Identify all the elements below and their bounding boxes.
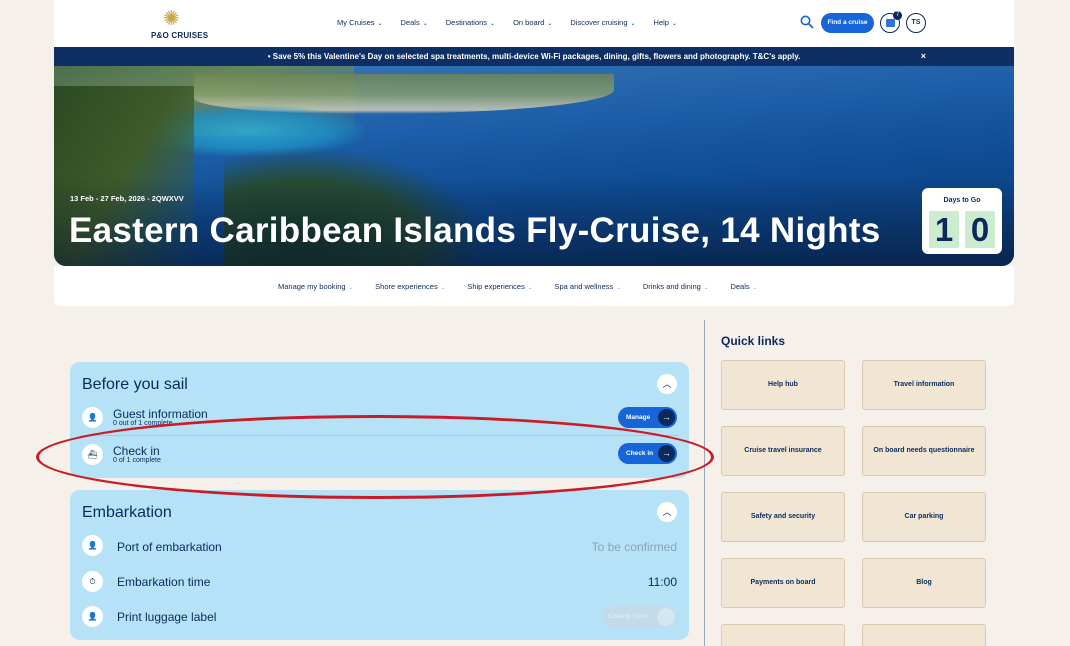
print-luggage-label: Print luggage label [117, 610, 217, 624]
chevron-down-icon: ⌄ [616, 285, 621, 291]
site-header: ✺ P&O CRUISES My Cruises ⌄ Deals ⌄ Destina… [54, 0, 1014, 47]
embarkation-card: Embarkation ︿ 👤 Port of embarkation To b… [70, 490, 689, 640]
nav-discover-cruising[interactable]: Discover cruising ⌄ [570, 18, 635, 27]
basket-button[interactable]: 7 [880, 11, 902, 33]
cruise-title: Eastern Caribbean Islands Fly-Cruise, 14… [69, 211, 881, 250]
promo-banner: • Save 5% this Valentine's Day on select… [54, 47, 1014, 66]
booking-subnav: Manage my booking ⌄ Shore experiences ⌄ Sh… [54, 266, 1014, 306]
quick-link-cruise-travel-insurance[interactable]: Cruise travel insurance [721, 426, 845, 476]
nav-help[interactable]: Help ⌄ [654, 18, 677, 27]
promo-text: • Save 5% this Valentine's Day on select… [267, 52, 801, 61]
embarkation-time-label: Embarkation time [117, 575, 211, 589]
embarkation-time-value: 11:00 [647, 575, 677, 589]
nav-deals[interactable]: Deals ⌄ [401, 18, 428, 27]
guest-information-progress: 0 out of 1 complete [113, 420, 173, 427]
quick-link-blog[interactable]: Blog [862, 558, 986, 608]
logo-text: P&O CRUISES [151, 31, 209, 40]
before-you-sail-card: Before you sail ︿ 👤 Guest information 0 … [70, 362, 689, 478]
subnav-spa-wellness[interactable]: Spa and wellness ⌄ [554, 282, 620, 291]
quick-link-tile[interactable] [862, 624, 986, 646]
countdown-digit: 0 [965, 211, 995, 248]
hero-banner: 13 Feb - 27 Feb, 2026 - 2QWXVV Eastern C… [54, 66, 1014, 266]
port-icon: 👤 [82, 535, 103, 556]
clock-icon: ⏱ [82, 571, 103, 592]
chevron-down-icon: ⌄ [752, 285, 758, 291]
find-cruise-button[interactable]: Find a cruise [821, 13, 874, 33]
user-avatar[interactable]: TS [906, 13, 926, 33]
search-icon[interactable] [800, 15, 814, 29]
check-in-button[interactable]: Check in → [618, 443, 677, 464]
quick-link-safety-security[interactable]: Safety and security [721, 492, 845, 542]
main-nav: My Cruises ⌄ Deals ⌄ Destinations ⌄ On boar… [337, 18, 695, 27]
chevron-down-icon: ⌄ [527, 285, 533, 291]
card-title: Before you sail [82, 376, 188, 393]
chevron-down-icon: ⌄ [671, 21, 677, 27]
nav-my-cruises[interactable]: My Cruises ⌄ [337, 18, 383, 27]
chevron-down-icon: ⌄ [703, 285, 709, 291]
luggage-icon: 👤 [82, 606, 103, 627]
port-of-embarkation-value: To be confirmed [591, 540, 677, 554]
arrow-right-icon: → [658, 409, 675, 426]
cruise-dates: 13 Feb - 27 Feb, 2026 - 2QWXVV [70, 194, 184, 203]
guest-information-title: Guest information [113, 407, 208, 421]
quick-link-car-parking[interactable]: Car parking [862, 492, 986, 542]
arrow-right-icon: → [658, 445, 675, 462]
po-cruises-logo[interactable]: ✺ P&O CRUISES [151, 6, 209, 42]
subnav-drinks-dining[interactable]: Drinks and dining ⌄ [643, 282, 709, 291]
subnav-ship-experiences[interactable]: Ship experiences ⌄ [467, 282, 532, 291]
chevron-down-icon: ⌄ [377, 21, 383, 27]
check-in-progress: 0 of 1 complete [113, 457, 161, 464]
sunburst-logo-icon: ✺ [163, 6, 180, 30]
arrow-right-icon [657, 608, 675, 626]
chevron-down-icon: ⌄ [422, 21, 428, 27]
quick-link-tile[interactable] [721, 624, 845, 646]
nav-on-board[interactable]: On board ⌄ [513, 18, 552, 27]
quick-links-title: Quick links [721, 334, 786, 348]
button-label: Check in [626, 450, 654, 457]
button-label: Coming Soon [608, 613, 648, 620]
days-to-go-counter: Days to Go 1 0 [922, 188, 1002, 254]
guest-icon: 👤 [82, 407, 103, 428]
check-in-title: Check in [113, 444, 160, 458]
card-title: Embarkation [82, 504, 172, 521]
quick-link-on-board-needs[interactable]: On board needs questionnaire [862, 426, 986, 476]
chevron-down-icon: ⌄ [490, 21, 496, 27]
chevron-up-icon[interactable]: ︿ [657, 374, 677, 394]
chevron-down-icon: ⌄ [348, 285, 354, 291]
countdown-digit: 1 [929, 211, 959, 248]
close-icon[interactable]: × [921, 47, 926, 66]
column-divider [704, 320, 705, 646]
nav-destinations[interactable]: Destinations ⌄ [446, 18, 495, 27]
quick-link-help-hub[interactable]: Help hub [721, 360, 845, 410]
row-divider [80, 435, 679, 436]
chevron-down-icon: ⌄ [440, 285, 446, 291]
quick-link-payments-on-board[interactable]: Payments on board [721, 558, 845, 608]
chevron-down-icon: ⌄ [547, 21, 553, 27]
port-of-embarkation-label: Port of embarkation [117, 540, 222, 554]
basket-count-badge: 7 [893, 11, 902, 20]
subnav-shore-experiences[interactable]: Shore experiences ⌄ [375, 282, 445, 291]
button-label: Manage [626, 414, 651, 421]
subnav-deals[interactable]: Deals ⌄ [730, 282, 757, 291]
basket-icon [886, 19, 895, 27]
chevron-up-icon[interactable]: ︿ [657, 502, 677, 522]
subnav-manage-booking[interactable]: Manage my booking ⌄ [278, 282, 353, 291]
ship-icon: ⛴ [82, 444, 103, 465]
quick-link-travel-information[interactable]: Travel information [862, 360, 986, 410]
chevron-down-icon: ⌄ [630, 21, 636, 27]
coming-soon-button: Coming Soon [602, 606, 677, 628]
manage-button[interactable]: Manage → [618, 407, 677, 428]
countdown-label: Days to Go [943, 197, 981, 204]
